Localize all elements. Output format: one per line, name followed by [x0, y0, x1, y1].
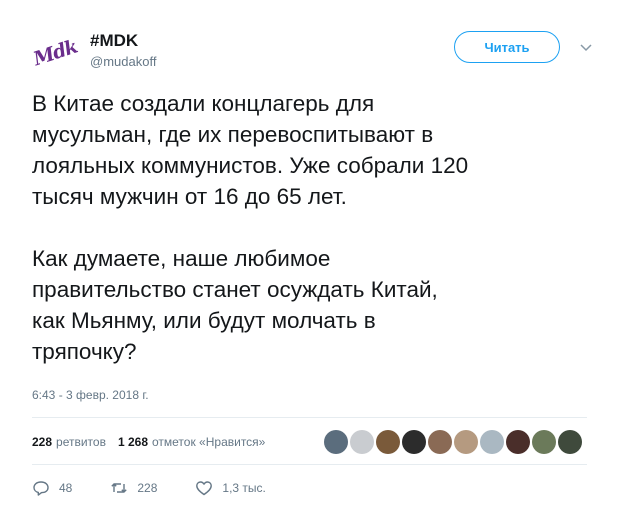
liker-avatar[interactable]	[480, 430, 504, 454]
retweets-stat[interactable]: 228 ретвитов	[32, 435, 106, 449]
retweets-count: 228	[32, 435, 53, 449]
likes-stat[interactable]: 1 268 отметок «Нравится»	[118, 435, 265, 449]
author-handle[interactable]: @mudakoff	[90, 54, 156, 69]
liker-avatars	[324, 427, 584, 454]
author-names: #MDK @mudakoff	[90, 31, 156, 69]
retweet-icon	[111, 483, 128, 493]
likes-label: отметок «Нравится»	[152, 435, 266, 449]
liker-avatar[interactable]	[402, 430, 426, 454]
avatar-logo: Mdk	[30, 35, 80, 71]
tweet-header: Mdk #MDK @mudakoff Читать	[30, 28, 602, 76]
retweet-action[interactable]: 228	[110, 479, 157, 497]
liker-avatar[interactable]	[324, 430, 348, 454]
liker-avatar[interactable]	[376, 430, 400, 454]
liker-avatar[interactable]	[428, 430, 452, 454]
follow-button[interactable]: Читать	[454, 31, 560, 63]
likes-count: 1 268	[117, 435, 148, 449]
tweet-timestamp[interactable]: 6:43 - 3 февр. 2018 г.	[32, 388, 149, 402]
reply-icon	[33, 481, 49, 496]
author-display-name[interactable]: #MDK	[90, 31, 156, 51]
like-action[interactable]: 1,3 тыс.	[195, 479, 266, 497]
liker-avatar[interactable]	[532, 430, 556, 454]
chevron-down-icon[interactable]	[579, 40, 593, 54]
liker-avatar[interactable]	[506, 430, 530, 454]
retweets-label: ретвитов	[56, 435, 106, 449]
liker-avatar[interactable]	[350, 430, 374, 454]
avatar[interactable]: Mdk	[30, 30, 80, 76]
heart-icon	[196, 481, 213, 496]
reply-action[interactable]: 48	[32, 479, 72, 497]
tweet-text: В Китае создали концлагерь для мусульман…	[32, 91, 469, 364]
divider	[32, 417, 587, 418]
tweet-actions: 48 228 1,3 тыс.	[32, 477, 304, 499]
like-count: 1,3 тыс.	[222, 481, 266, 495]
liker-avatar[interactable]	[558, 430, 582, 454]
liker-avatar[interactable]	[454, 430, 478, 454]
divider	[32, 464, 587, 465]
retweet-count: 228	[137, 481, 158, 495]
reply-count: 48	[59, 481, 73, 495]
tweet-stats: 228 ретвитов 1 268 отметок «Нравится»	[32, 427, 587, 457]
